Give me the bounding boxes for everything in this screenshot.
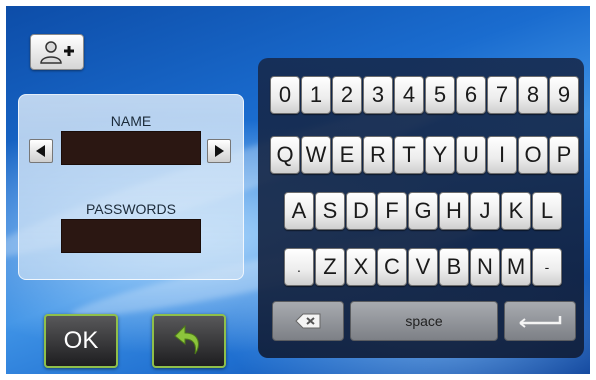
key-c[interactable]: C xyxy=(377,248,407,286)
back-arrow-icon xyxy=(174,324,199,355)
enter-key[interactable] xyxy=(504,301,576,341)
login-panel: NAME PASSWORDS xyxy=(18,94,244,280)
password-field[interactable] xyxy=(61,219,201,253)
key-k[interactable]: K xyxy=(501,192,531,230)
triangle-right-icon xyxy=(215,145,224,157)
key-n[interactable]: N xyxy=(470,248,500,286)
key-g[interactable]: G xyxy=(408,192,438,230)
screen: NAME PASSWORDS OK space 01234 5 6 7 8 9 … xyxy=(6,6,590,374)
key-5[interactable]: 5 xyxy=(425,76,455,114)
backspace-key[interactable] xyxy=(272,301,344,341)
key-a[interactable]: A xyxy=(284,192,314,230)
enter-icon xyxy=(519,316,562,328)
key-2[interactable]: 2 xyxy=(332,76,362,114)
key-7[interactable]: 7 xyxy=(487,76,517,114)
key-hyphen[interactable]: - xyxy=(532,248,562,286)
key-o[interactable]: O xyxy=(518,136,548,174)
backspace-icon xyxy=(295,313,321,329)
triangle-left-icon xyxy=(36,145,45,157)
key-1[interactable]: 1 xyxy=(301,76,331,114)
ok-button[interactable]: OK xyxy=(44,314,118,368)
virtual-keyboard: space 0123456789 QWERTYUIOP ASDFGHJKL.ZXCV… xyxy=(258,58,584,358)
key-9[interactable]: 9 xyxy=(549,76,579,114)
key-y[interactable]: Y xyxy=(425,136,455,174)
key-s[interactable]: S xyxy=(315,192,345,230)
previous-name-button[interactable] xyxy=(29,139,53,163)
key-f[interactable]: F xyxy=(377,192,407,230)
key-8[interactable]: 8 xyxy=(518,76,548,114)
key-q[interactable]: Q xyxy=(270,136,300,174)
key-d[interactable]: D xyxy=(346,192,376,230)
key-6[interactable]: 6 xyxy=(456,76,486,114)
key-x[interactable]: X xyxy=(346,248,376,286)
key-w[interactable]: W xyxy=(301,136,331,174)
key-t[interactable]: T xyxy=(394,136,424,174)
key-3[interactable]: 3 xyxy=(363,76,393,114)
space-key[interactable]: space xyxy=(350,301,498,341)
key-p[interactable]: P xyxy=(549,136,579,174)
back-button[interactable] xyxy=(152,314,226,368)
key-e[interactable]: E xyxy=(332,136,362,174)
key-u[interactable]: U xyxy=(456,136,486,174)
key-l[interactable]: L xyxy=(532,192,562,230)
key-h[interactable]: H xyxy=(439,192,469,230)
key-z[interactable]: Z xyxy=(315,248,345,286)
password-label: PASSWORDS xyxy=(86,201,176,217)
key-4[interactable]: 4 xyxy=(394,76,424,114)
key-i[interactable]: I xyxy=(487,136,517,174)
next-name-button[interactable] xyxy=(207,139,231,163)
name-label: NAME xyxy=(110,113,152,129)
key-period[interactable]: . xyxy=(284,248,314,286)
key-b[interactable]: B xyxy=(439,248,469,286)
add-user-button[interactable] xyxy=(30,34,84,70)
name-field[interactable] xyxy=(61,131,201,165)
key-v[interactable]: V xyxy=(408,248,438,286)
user-add-icon xyxy=(40,41,74,64)
key-m[interactable]: M xyxy=(501,248,531,286)
key-j[interactable]: J xyxy=(470,192,500,230)
key-0[interactable]: 0 xyxy=(270,76,300,114)
key-r[interactable]: R xyxy=(363,136,393,174)
